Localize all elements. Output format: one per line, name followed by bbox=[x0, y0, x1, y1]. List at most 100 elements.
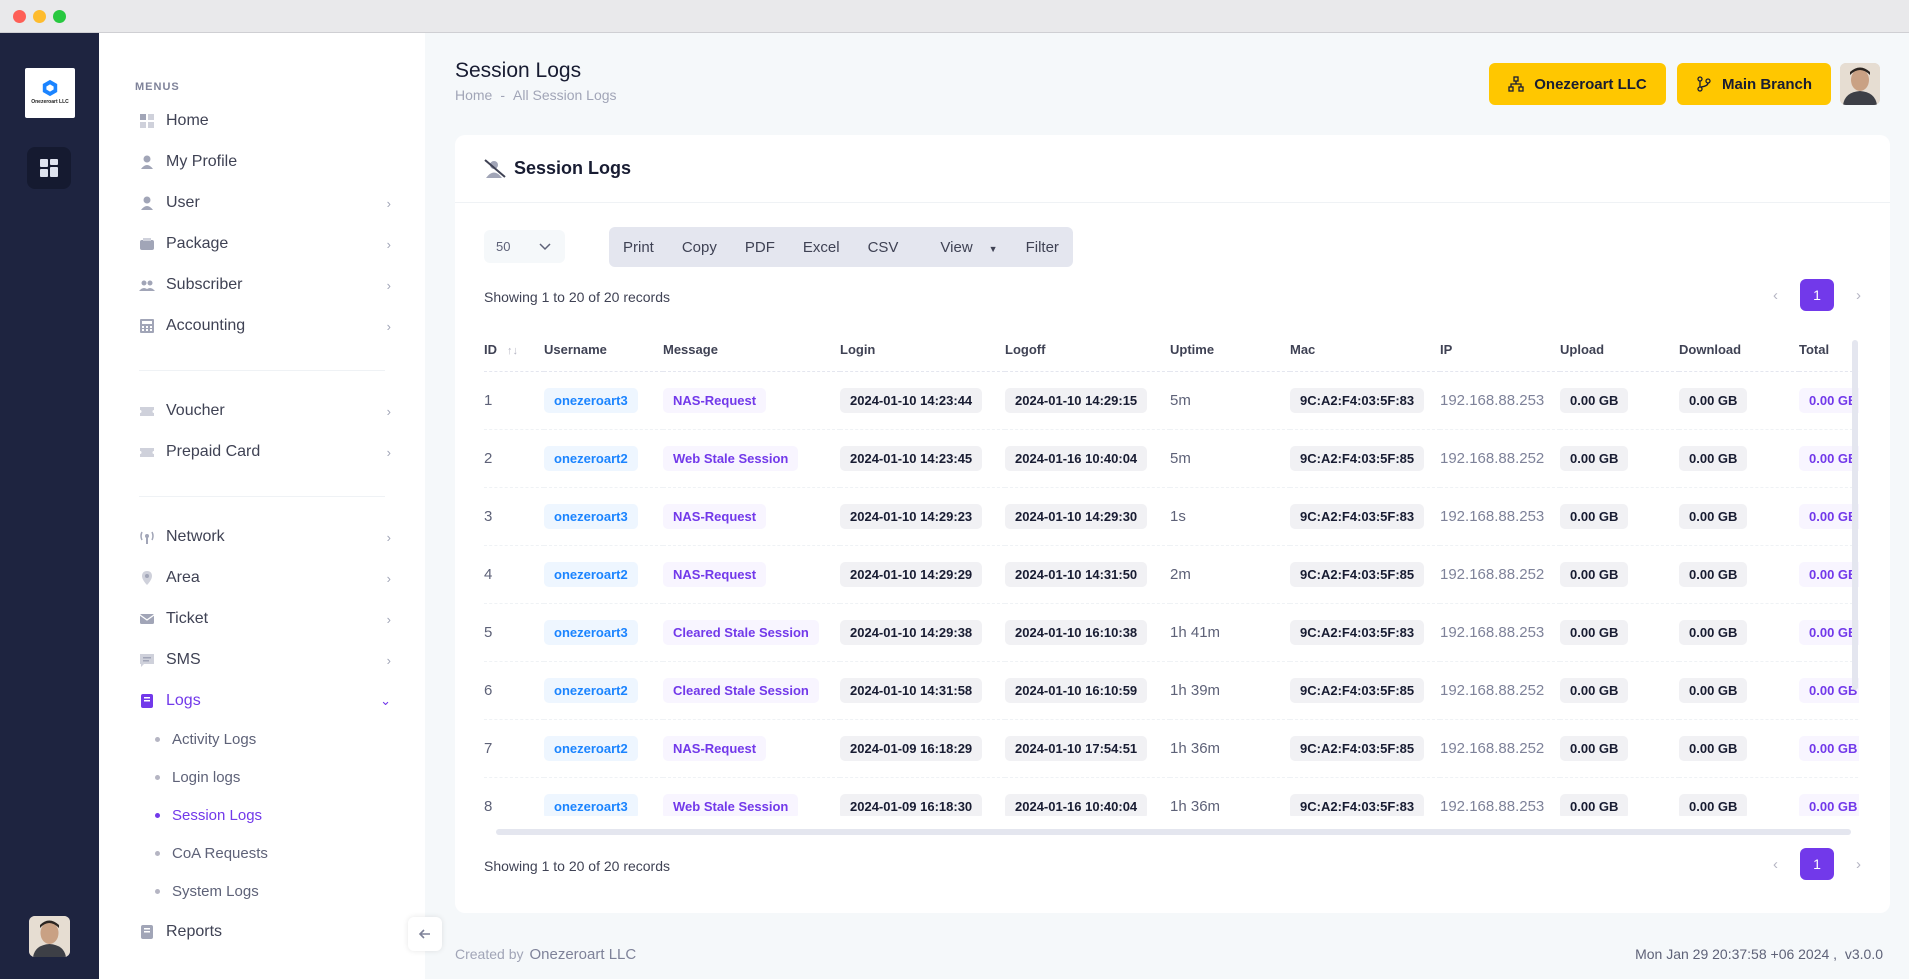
view-dropdown-button[interactable]: View ▼ bbox=[912, 239, 1011, 256]
sidebar-item-accounting[interactable]: Accounting › bbox=[139, 312, 391, 340]
table-row[interactable]: 2 onezeroart2 Web Stale Session 2024-01-10 … bbox=[484, 429, 1859, 488]
area-icon bbox=[139, 570, 155, 586]
cell-logoff: 2024-01-16 10:40:04 bbox=[1005, 429, 1170, 488]
column-header-login[interactable]: Login bbox=[840, 328, 1005, 372]
ip-value: 192.168.88.252 bbox=[1440, 565, 1545, 583]
column-header-ip[interactable]: IP bbox=[1440, 328, 1560, 372]
prev-page-icon[interactable]: ‹ bbox=[1773, 287, 1778, 304]
login-value: 2024-01-10 14:23:45 bbox=[840, 445, 983, 471]
table-row[interactable]: 3 onezeroart3 NAS-Request 2024-01-10 14:29:… bbox=[484, 487, 1859, 546]
next-page-icon[interactable]: › bbox=[1856, 856, 1861, 873]
sidebar-collapse-button[interactable] bbox=[408, 917, 442, 951]
mac-value: 9C:A2:F4:03:5F:85 bbox=[1290, 735, 1425, 761]
header-user-avatar[interactable] bbox=[1840, 63, 1880, 105]
page-button-current[interactable]: 1 bbox=[1800, 848, 1834, 880]
sidebar-item-network[interactable]: Network › bbox=[139, 523, 391, 551]
cell-id: 7 bbox=[484, 719, 544, 778]
column-header-message[interactable]: Message bbox=[663, 328, 840, 372]
prev-page-icon[interactable]: ‹ bbox=[1773, 856, 1778, 873]
cell-message: NAS-Request bbox=[663, 371, 840, 430]
user-avatar[interactable] bbox=[29, 916, 70, 957]
sidebar-item-label: Accounting bbox=[166, 317, 246, 334]
dashboard-apps-button[interactable] bbox=[27, 147, 71, 189]
table-row[interactable]: 4 onezeroart2 NAS-Request 2024-01-10 14:29:… bbox=[484, 545, 1859, 604]
sidebar-subitem-session-logs[interactable]: Session Logs bbox=[155, 803, 262, 827]
copy-button[interactable]: Copy bbox=[668, 239, 731, 256]
cell-uptime: 5m bbox=[1170, 371, 1290, 430]
next-page-icon[interactable]: › bbox=[1856, 287, 1861, 304]
total-value: 0.00 GB bbox=[1799, 735, 1859, 761]
vertical-scrollbar[interactable] bbox=[1852, 340, 1858, 690]
company-button-label: Onezeroart LLC bbox=[1534, 75, 1647, 93]
cell-uptime: 5m bbox=[1170, 429, 1290, 488]
company-button[interactable]: Onezeroart LLC bbox=[1489, 63, 1666, 105]
sidebar-item-voucher[interactable]: Voucher › bbox=[139, 397, 391, 425]
column-header-username[interactable]: Username bbox=[544, 328, 663, 372]
column-header-download[interactable]: Download bbox=[1679, 328, 1799, 372]
column-header-upload[interactable]: Upload bbox=[1560, 328, 1679, 372]
cell-total: 0.00 GB bbox=[1799, 487, 1859, 546]
footer-credit: Created by Onezeroart LLC bbox=[455, 946, 636, 963]
filter-button[interactable]: Filter bbox=[1012, 239, 1073, 256]
horizontal-scrollbar[interactable] bbox=[496, 829, 1851, 835]
column-header-total[interactable]: Total bbox=[1799, 328, 1859, 372]
sidebar-item-logs[interactable]: Logs ⌄ bbox=[139, 687, 391, 715]
login-value: 2024-01-09 16:18:29 bbox=[840, 735, 983, 761]
ip-value: 192.168.88.252 bbox=[1440, 739, 1545, 757]
table-row[interactable]: 7 onezeroart2 NAS-Request 2024-01-09 16:18:… bbox=[484, 719, 1859, 778]
brand-logo[interactable]: Onezeroart LLC bbox=[25, 68, 75, 118]
close-window-button[interactable] bbox=[13, 10, 26, 23]
sidebar-item-subscriber[interactable]: Subscriber › bbox=[139, 271, 391, 299]
sidebar-subitem-activity-logs[interactable]: Activity Logs bbox=[155, 727, 256, 751]
sidebar-subitem-system-logs[interactable]: System Logs bbox=[155, 879, 259, 903]
sidebar-item-user[interactable]: User › bbox=[139, 189, 391, 217]
sidebar-item-reports[interactable]: Reports bbox=[139, 918, 391, 946]
cell-upload: 0.00 GB bbox=[1560, 603, 1679, 662]
sidebar-item-home[interactable]: Home bbox=[139, 107, 391, 135]
print-button[interactable]: Print bbox=[609, 239, 668, 256]
upload-value: 0.00 GB bbox=[1560, 735, 1629, 761]
cell-username: onezeroart3 bbox=[544, 777, 663, 816]
footer-company-link[interactable]: Onezeroart LLC bbox=[529, 946, 636, 963]
user-slash-icon bbox=[484, 158, 506, 178]
sidebar-item-sms[interactable]: SMS › bbox=[139, 646, 391, 674]
login-value: 2024-01-10 14:31:58 bbox=[840, 677, 983, 703]
card-title: Session Logs bbox=[514, 158, 632, 178]
cell-mac: 9C:A2:F4:03:5F:83 bbox=[1290, 777, 1440, 816]
cell-logoff: 2024-01-10 16:10:38 bbox=[1005, 603, 1170, 662]
sidebar-subitem-login-logs[interactable]: Login logs bbox=[155, 765, 240, 789]
subscriber-icon bbox=[139, 277, 155, 293]
sidebar-item-area[interactable]: Area › bbox=[139, 564, 391, 592]
column-header-mac[interactable]: Mac bbox=[1290, 328, 1440, 372]
column-header-logoff[interactable]: Logoff bbox=[1005, 328, 1170, 372]
excel-button[interactable]: Excel bbox=[789, 239, 854, 256]
table-row[interactable]: 6 onezeroart2 Cleared Stale Session 2024-01… bbox=[484, 661, 1859, 720]
chevron-down-icon: ⌄ bbox=[380, 693, 391, 708]
sidebar-item-ticket[interactable]: Ticket › bbox=[139, 605, 391, 633]
csv-button[interactable]: CSV bbox=[854, 239, 913, 256]
table-row[interactable]: 5 onezeroart3 Cleared Stale Session 2024-01… bbox=[484, 603, 1859, 662]
maximize-window-button[interactable] bbox=[53, 10, 66, 23]
ip-value: 192.168.88.253 bbox=[1440, 797, 1545, 815]
minimize-window-button[interactable] bbox=[33, 10, 46, 23]
breadcrumb-home[interactable]: Home bbox=[455, 87, 492, 103]
table-row[interactable]: 1 onezeroart3 NAS-Request 2024-01-10 14:23:… bbox=[484, 371, 1859, 430]
page-button-current[interactable]: 1 bbox=[1800, 279, 1834, 311]
sidebar-subitem-coa-requests[interactable]: CoA Requests bbox=[155, 841, 268, 865]
cell-username: onezeroart2 bbox=[544, 719, 663, 778]
grid-icon-cell bbox=[40, 169, 48, 177]
column-header-uptime[interactable]: Uptime bbox=[1170, 328, 1290, 372]
cell-download: 0.00 GB bbox=[1679, 429, 1799, 488]
sort-arrows-icon: ↑↓ bbox=[507, 344, 518, 357]
cell-upload: 0.00 GB bbox=[1560, 371, 1679, 430]
sidebar-item-prepaid-card[interactable]: Prepaid Card › bbox=[139, 438, 391, 466]
table-body: 1 onezeroart3 NAS-Request 2024-01-10 14:23:… bbox=[484, 371, 1859, 816]
page-length-select[interactable]: 50 bbox=[484, 230, 565, 263]
cell-username: onezeroart3 bbox=[544, 371, 663, 430]
pdf-button[interactable]: PDF bbox=[731, 239, 789, 256]
branch-button[interactable]: Main Branch bbox=[1677, 63, 1831, 105]
sidebar-item-package[interactable]: Package › bbox=[139, 230, 391, 258]
table-row[interactable]: 8 onezeroart3 Web Stale Session 2024-01-09 … bbox=[484, 777, 1859, 816]
column-header-id[interactable]: ID ↑↓ bbox=[484, 328, 544, 372]
sidebar-item-my-profile[interactable]: My Profile bbox=[139, 148, 391, 176]
